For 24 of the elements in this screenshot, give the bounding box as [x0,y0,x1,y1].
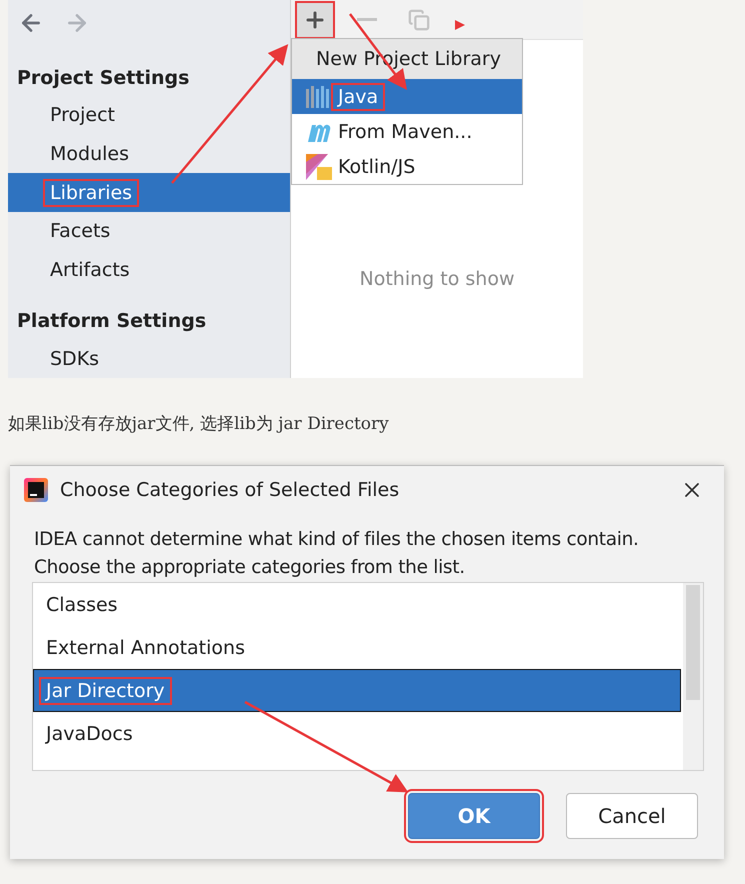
bars-icon [306,86,332,108]
copy-icon [408,8,430,30]
empty-message: Nothing to show [360,268,514,290]
sidebar-item[interactable]: Artifacts [8,250,290,290]
section-title: Platform Settings [16,309,208,334]
dialog-message: Choose the appropriate categories from the list. [33,556,466,580]
section-title: Project Settings [16,66,190,91]
scrollbar[interactable] [683,583,703,770]
sidebar-item[interactable]: Modules [8,134,290,174]
sidebar-item[interactable]: Facets [8,212,290,251]
menu-item[interactable]: Java [292,79,522,114]
kotlin-js-icon [306,154,332,180]
list-item[interactable]: Jar Directory [33,669,681,712]
sidebar-item[interactable]: Libraries [8,173,290,212]
sidebar-item[interactable]: SDKs [8,339,290,378]
dialog-message: IDEA cannot determine what kind of files the chosen items contain. [33,528,640,552]
app-logo-icon [24,478,48,502]
add-button[interactable] [295,0,335,38]
sidebar-item[interactable]: Project [8,96,290,134]
paragraph: 如果lib没有存放jar文件, 选择lib为 jar Directory [8,413,390,435]
dialog-title: Choose Categories of Selected Files [60,479,400,501]
arrowhead-mark [455,20,465,30]
remove-icon [357,18,377,21]
cancel-button[interactable]: Cancel [566,793,698,839]
